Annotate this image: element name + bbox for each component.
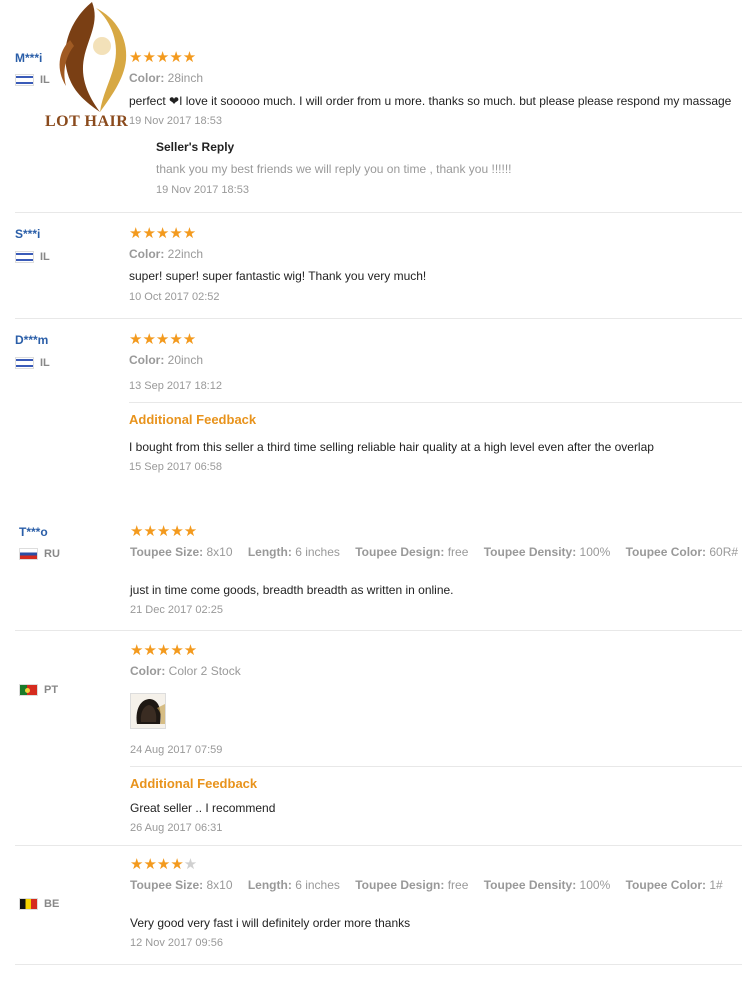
attr-label: Color: xyxy=(130,664,166,678)
reviewer-country: BE xyxy=(19,898,59,910)
review-date: 24 Aug 2017 07:59 xyxy=(130,744,223,756)
review-text: Very good very fast i will definitely or… xyxy=(130,916,411,930)
brand-name: LOT HAIR xyxy=(45,113,129,130)
reviewer-country: IL xyxy=(15,74,50,86)
product-attrs: Color: 28inch xyxy=(129,71,215,85)
attr-label: Color: xyxy=(129,353,165,367)
star-rating: ★★★★★ xyxy=(130,642,198,659)
review-date: 21 Dec 2017 02:25 xyxy=(130,604,223,616)
review-date: 13 Sep 2017 18:12 xyxy=(129,380,222,392)
product-attrs: Toupee Size: 8x10 Length: 6 inches Toupe… xyxy=(130,878,723,892)
attr-label: Color: xyxy=(129,71,165,85)
seller-reply-text: thank you my best friends we will reply … xyxy=(156,162,512,176)
additional-feedback-text: Great seller .. I recommend xyxy=(130,801,276,815)
country-code: IL xyxy=(40,74,50,86)
attr-label: Color: xyxy=(129,247,165,261)
star-rating: ★★★★★ xyxy=(129,331,197,348)
flag-ru-icon xyxy=(19,548,38,560)
flag-il-icon xyxy=(15,251,34,263)
flag-il-icon xyxy=(15,74,34,86)
attr-value: 28inch xyxy=(167,71,204,85)
review-divider xyxy=(15,845,742,846)
additional-feedback-date: 15 Sep 2017 06:58 xyxy=(129,461,222,473)
seller-reply-title: Seller's Reply xyxy=(156,140,235,154)
review-text: just in time come goods, breadth breadth… xyxy=(130,583,454,597)
flag-be-icon xyxy=(19,898,38,910)
flag-pt-icon xyxy=(19,684,38,696)
country-code: BE xyxy=(44,898,60,910)
attr-value: 22inch xyxy=(167,247,204,261)
feedback-divider xyxy=(130,766,742,767)
seller-reply-date: 19 Nov 2017 18:53 xyxy=(156,184,249,196)
country-code: RU xyxy=(44,548,60,560)
star-rating: ★★★★★ xyxy=(129,225,197,242)
country-code: IL xyxy=(40,251,50,263)
review-photo-thumbnail[interactable] xyxy=(130,693,166,729)
star-rating: ★★★★★ xyxy=(130,523,198,540)
attr-value: Color 2 Stock xyxy=(168,664,241,678)
product-attrs: Color: Color 2 Stock xyxy=(130,664,253,678)
product-attrs: Color: 20inch xyxy=(129,353,215,367)
country-code: PT xyxy=(44,684,59,696)
additional-feedback-date: 26 Aug 2017 06:31 xyxy=(130,822,223,834)
review-date: 12 Nov 2017 09:56 xyxy=(130,937,223,949)
review-divider xyxy=(15,318,742,319)
flag-il-icon xyxy=(15,357,34,369)
attr-value: 20inch xyxy=(167,353,204,367)
review-text: super! super! super fantastic wig! Thank… xyxy=(129,269,427,283)
additional-feedback-title: Additional Feedback xyxy=(130,776,258,791)
review-divider xyxy=(15,212,742,213)
additional-feedback-title: Additional Feedback xyxy=(129,412,257,427)
brand-logo: LOT HAIR xyxy=(40,0,140,135)
reviewer-country: RU xyxy=(19,548,60,560)
reviewer-country: IL xyxy=(15,357,50,369)
star-rating: ★★★★★ xyxy=(130,856,198,873)
country-code: IL xyxy=(40,357,50,369)
brand-logo-mark xyxy=(59,2,127,112)
review-date: 10 Oct 2017 02:52 xyxy=(129,291,220,303)
review-divider xyxy=(15,964,742,965)
review-divider xyxy=(15,630,742,631)
reviewer-country: PT xyxy=(19,684,58,696)
reviewer-name: S***i xyxy=(15,227,41,241)
additional-feedback-text: I bought from this seller a third time s… xyxy=(129,440,654,454)
review-text: perfect ❤I love it sooooo much. I will o… xyxy=(129,94,732,108)
review-date: 19 Nov 2017 18:53 xyxy=(129,115,222,127)
reviewer-country: IL xyxy=(15,251,50,263)
feedback-divider xyxy=(129,402,742,403)
star-rating: ★★★★★ xyxy=(129,49,197,66)
reviewer-name: D***m xyxy=(15,333,49,347)
reviewer-name: M***i xyxy=(15,51,43,65)
reviewer-name: T***o xyxy=(19,525,48,539)
product-attrs: Color: 22inch xyxy=(129,247,215,261)
product-attrs: Toupee Size: 8x10 Length: 6 inches Toupe… xyxy=(130,545,739,559)
